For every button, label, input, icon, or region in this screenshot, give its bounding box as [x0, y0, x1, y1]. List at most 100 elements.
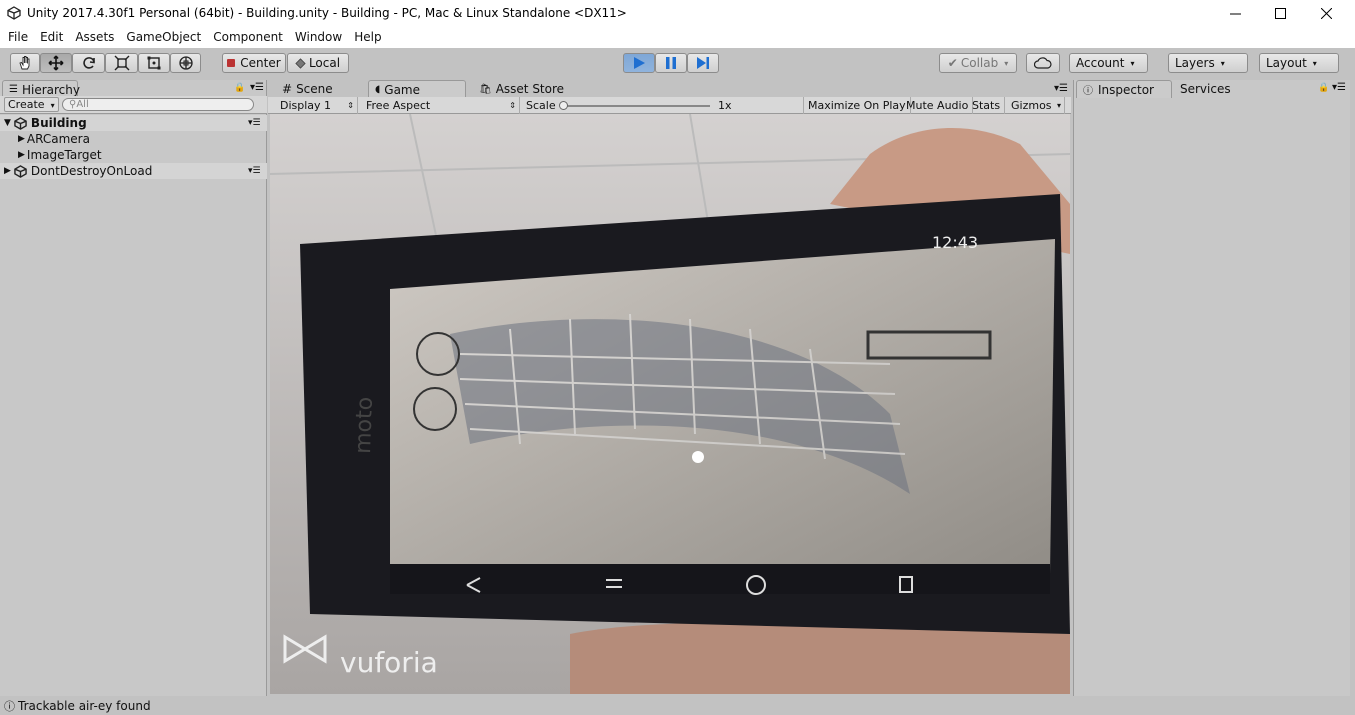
maximize-label: Maximize On Play	[808, 99, 906, 112]
inspector-panel: ⓘ Inspector Services 🔒 ▾☰	[1073, 80, 1350, 696]
account-dropdown[interactable]: Account	[1069, 53, 1148, 73]
title-bar: Unity 2017.4.30f1 Personal (64bit) - Bui…	[0, 0, 1355, 26]
step-button[interactable]	[687, 53, 719, 73]
slider-thumb[interactable]	[559, 101, 568, 110]
maximize-on-play-toggle[interactable]: Maximize On Play	[803, 97, 911, 114]
game-render[interactable]: 12:43 moto vuforia	[270, 114, 1070, 694]
menu-bar: File Edit Assets GameObject Component Wi…	[0, 26, 1355, 48]
lock-icon[interactable]: 🔒	[234, 83, 245, 93]
stats-toggle[interactable]: Stats	[968, 97, 1006, 114]
mute-label: Mute Audio	[906, 99, 969, 112]
map-pin-icon	[692, 451, 704, 463]
hierarchy-tab-label: Hierarchy	[21, 82, 80, 97]
scene-name: DontDestroyOnLoad	[30, 164, 153, 178]
scale-label: Scale	[526, 99, 556, 112]
menu-file[interactable]: File	[2, 30, 34, 44]
shopping-bag-icon: 🛍	[479, 83, 492, 95]
unity-logo-icon	[7, 6, 21, 20]
step-forward-icon	[697, 57, 709, 69]
pivot-local-button[interactable]: Local	[287, 53, 349, 73]
tab-scene[interactable]: # Scene	[276, 80, 364, 98]
tab-label: Game	[384, 82, 421, 97]
aspect-dropdown[interactable]: Free Aspect ⇕	[362, 97, 520, 114]
hierarchy-search-input[interactable]: ⚲All	[62, 98, 254, 111]
lock-icon[interactable]: 🔒	[1318, 83, 1329, 93]
panel-menu-icon[interactable]: ▾☰	[250, 82, 264, 93]
local-space-icon	[295, 57, 306, 69]
collab-label: Collab	[960, 56, 999, 70]
play-button[interactable]	[623, 53, 655, 73]
create-dropdown[interactable]: Create	[4, 97, 59, 112]
collapse-arrow-icon: ▶	[18, 150, 25, 160]
close-icon	[1320, 7, 1332, 19]
maximize-button[interactable]	[1257, 0, 1303, 26]
tab-label: Asset Store	[495, 82, 565, 96]
scale-slider[interactable]	[559, 101, 710, 110]
check-icon: ✔	[947, 56, 958, 70]
scene-row-building[interactable]: ▼ Building ▾☰	[0, 115, 267, 131]
rotate-icon	[82, 57, 95, 69]
create-label: Create	[8, 98, 45, 111]
mute-audio-toggle[interactable]: Mute Audio	[902, 97, 974, 114]
transform-tool-button[interactable]	[170, 53, 201, 73]
layers-dropdown[interactable]: Layers	[1168, 53, 1248, 73]
pivot-label: Center	[240, 56, 281, 70]
hierarchy-panel: ☰ Hierarchy 🔒 ▾☰ Create ⚲All ▼ Building …	[0, 80, 267, 696]
scene-menu-icon[interactable]: ▾☰	[248, 166, 261, 176]
menu-component[interactable]: Component	[207, 30, 289, 44]
gizmos-dropdown[interactable]: Gizmos ▾	[1007, 97, 1065, 114]
tab-services[interactable]: Services	[1174, 80, 1254, 98]
rotate-tool-button[interactable]	[72, 53, 105, 73]
search-placeholder: All	[76, 99, 89, 110]
pacman-icon: ◖	[375, 84, 381, 95]
panel-menu-icon[interactable]: ▾☰	[1054, 83, 1068, 94]
tab-asset-store[interactable]: 🛍 Asset Store	[473, 80, 583, 98]
layout-label: Layout	[1266, 56, 1307, 70]
list-icon: ☰	[9, 84, 18, 95]
tab-game[interactable]: ◖ Game	[368, 80, 466, 98]
pivot-center-button[interactable]: Center	[222, 53, 286, 73]
cloud-icon	[1034, 57, 1052, 69]
play-icon	[634, 57, 645, 69]
move-tool-button[interactable]	[40, 53, 72, 73]
panel-menu-icon[interactable]: ▾☰	[1332, 82, 1346, 93]
menu-assets[interactable]: Assets	[69, 30, 120, 44]
layout-dropdown[interactable]: Layout	[1259, 53, 1339, 73]
rect-tool-button[interactable]	[138, 53, 170, 73]
menu-gameobject[interactable]: GameObject	[120, 30, 207, 44]
scale-tool-button[interactable]	[105, 53, 138, 73]
pause-button[interactable]	[655, 53, 687, 73]
expand-arrow-icon: ▼	[4, 118, 11, 128]
display-label: Display 1	[280, 99, 332, 112]
dropdown-arrow-icon: ▾	[1056, 101, 1061, 110]
menu-edit[interactable]: Edit	[34, 30, 69, 44]
collapse-arrow-icon: ▶	[18, 134, 25, 144]
hierarchy-item-imagetarget[interactable]: ▶ ImageTarget	[0, 147, 267, 163]
display-dropdown[interactable]: Display 1 ⇕	[276, 97, 358, 114]
phone-brand: moto	[351, 396, 378, 454]
rect-transform-icon	[147, 56, 161, 70]
unity-scene-icon	[14, 116, 27, 130]
hand-icon	[19, 56, 30, 70]
tab-inspector[interactable]: ⓘ Inspector	[1076, 80, 1172, 98]
camera-feed-illustration: 12:43 moto vuforia	[270, 114, 1070, 694]
status-message[interactable]: Trackable air-ey found	[18, 699, 151, 713]
vuforia-watermark: vuforia	[340, 646, 438, 679]
scale-icon	[114, 55, 129, 71]
cloud-button[interactable]	[1026, 53, 1060, 73]
hierarchy-item-arcamera[interactable]: ▶ ARCamera	[0, 131, 267, 147]
info-icon: ⓘ	[1083, 86, 1093, 97]
minimize-button[interactable]	[1212, 0, 1258, 26]
transform-all-icon	[178, 56, 193, 70]
main-toolbar: Center Local ✔ Collab Account Layers Lay…	[0, 48, 1355, 80]
scene-row-dontdestroyonload[interactable]: ▶ DontDestroyOnLoad ▾☰	[0, 163, 267, 179]
pivot-icon	[227, 59, 236, 67]
collab-dropdown[interactable]: ✔ Collab	[939, 53, 1017, 73]
pause-icon	[666, 57, 676, 69]
grid-icon: #	[282, 82, 293, 96]
close-button[interactable]	[1303, 0, 1349, 26]
hand-tool-button[interactable]	[10, 53, 40, 73]
menu-help[interactable]: Help	[348, 30, 387, 44]
menu-window[interactable]: Window	[289, 30, 348, 44]
scene-menu-icon[interactable]: ▾☰	[248, 118, 261, 128]
